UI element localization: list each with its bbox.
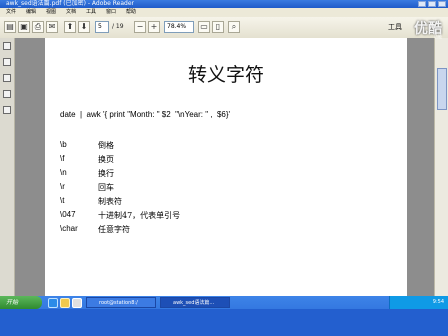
- zoom-out-icon[interactable]: −: [134, 21, 146, 33]
- menu-bar: 文件 编辑 视图 文档 工具 窗口 帮助: [0, 8, 448, 17]
- menu-tools[interactable]: 工具: [86, 8, 96, 17]
- scrollbar-thumb[interactable]: [437, 68, 447, 110]
- zoom-in-icon[interactable]: +: [148, 21, 160, 33]
- email-icon[interactable]: ✉: [46, 21, 58, 33]
- pages-panel-icon[interactable]: [3, 42, 11, 50]
- page-number-input[interactable]: 5: [95, 21, 109, 33]
- list-item: \t 制表符: [60, 196, 360, 210]
- maximize-button[interactable]: [428, 1, 436, 7]
- escape-code: \char: [60, 224, 78, 233]
- folder-icon[interactable]: [60, 298, 70, 308]
- menu-window[interactable]: 窗口: [106, 8, 116, 17]
- list-item: \n 换行: [60, 168, 360, 182]
- signatures-panel-icon[interactable]: [3, 74, 11, 82]
- task-terminal[interactable]: root@station8:/: [86, 297, 156, 308]
- window-controls: [418, 1, 446, 7]
- menu-view[interactable]: 视图: [46, 8, 56, 17]
- taskbar: 开始 root@station8:/ awk_sed语法篇... 9:54: [0, 296, 448, 336]
- vertical-scrollbar[interactable]: [434, 38, 448, 296]
- escape-code: \047: [60, 210, 76, 219]
- menu-edit[interactable]: 编辑: [26, 8, 36, 17]
- menu-file[interactable]: 文件: [6, 8, 16, 17]
- browser-icon[interactable]: [48, 298, 58, 308]
- menu-help[interactable]: 帮助: [126, 8, 136, 17]
- print-icon[interactable]: ⎙: [32, 21, 44, 33]
- escape-description: 十进制47，代表单引号: [98, 211, 181, 220]
- desktop-icon[interactable]: [72, 298, 82, 308]
- page-title: 转义字符: [187, 64, 264, 86]
- next-page-icon[interactable]: ⬇: [78, 21, 90, 33]
- taskbar-lower: [0, 309, 448, 336]
- zoom-level-input[interactable]: 78.4%: [164, 21, 194, 33]
- save-icon[interactable]: ▣: [18, 21, 30, 33]
- window-title: awk_sed语法篇.pdf (已加密) - Adobe Reader: [6, 0, 135, 7]
- previous-page-icon[interactable]: ⬆: [64, 21, 76, 33]
- open-icon[interactable]: ▤: [4, 21, 16, 33]
- toolbar: ▤ ▣ ⎙ ✉ ⬆ ⬇ 5 / 19 − + 78.4% ▭ ▯ ⌕ 工具: [0, 17, 448, 39]
- escape-description: 换页: [98, 155, 114, 164]
- bookmarks-panel-icon[interactable]: [3, 58, 11, 66]
- title-bar: awk_sed语法篇.pdf (已加密) - Adobe Reader: [0, 0, 448, 8]
- watermark-subtext: 功能: [434, 34, 442, 39]
- escape-code: \b: [60, 140, 67, 149]
- find-icon[interactable]: ⌕: [228, 21, 240, 33]
- start-button[interactable]: 开始: [0, 296, 42, 309]
- escape-code: \r: [60, 182, 65, 191]
- list-item: \r 回车: [60, 182, 360, 196]
- minimize-button[interactable]: [418, 1, 426, 7]
- layers-panel-icon[interactable]: [3, 90, 11, 98]
- escape-description: 回车: [98, 183, 114, 192]
- escape-code: \f: [60, 154, 65, 163]
- clock: 9:54: [432, 299, 444, 305]
- page-total: / 19: [112, 23, 124, 30]
- command-line: date | awk '{ print "Month: " $2 "\nYear…: [60, 110, 231, 119]
- list-item: \047 十进制47，代表单引号: [60, 210, 360, 224]
- escape-description: 倒格: [98, 141, 114, 150]
- pdf-page: 转义字符 date | awk '{ print "Month: " $2 "\…: [45, 38, 407, 296]
- list-item: \b 倒格: [60, 140, 360, 154]
- escape-description: 换行: [98, 169, 114, 178]
- navigation-panel: [0, 38, 15, 296]
- document-area: 转义字符 date | awk '{ print "Month: " $2 "\…: [15, 38, 434, 296]
- escape-code: \n: [60, 168, 67, 177]
- task-adobe-reader[interactable]: awk_sed语法篇...: [160, 297, 230, 308]
- fit-width-icon[interactable]: ▯: [212, 21, 224, 33]
- attachments-panel-icon[interactable]: [3, 106, 11, 114]
- escape-description: 制表符: [98, 197, 122, 206]
- close-button[interactable]: [438, 1, 446, 7]
- escape-code: \t: [60, 196, 65, 205]
- list-item: \f 换页: [60, 154, 360, 168]
- system-tray: 9:54: [389, 296, 448, 309]
- tools-label[interactable]: 工具: [388, 21, 402, 33]
- list-item: \char 任意字符: [60, 224, 360, 238]
- escape-description: 任意字符: [98, 225, 130, 234]
- menu-document[interactable]: 文档: [66, 8, 76, 17]
- fit-page-icon[interactable]: ▭: [198, 21, 210, 33]
